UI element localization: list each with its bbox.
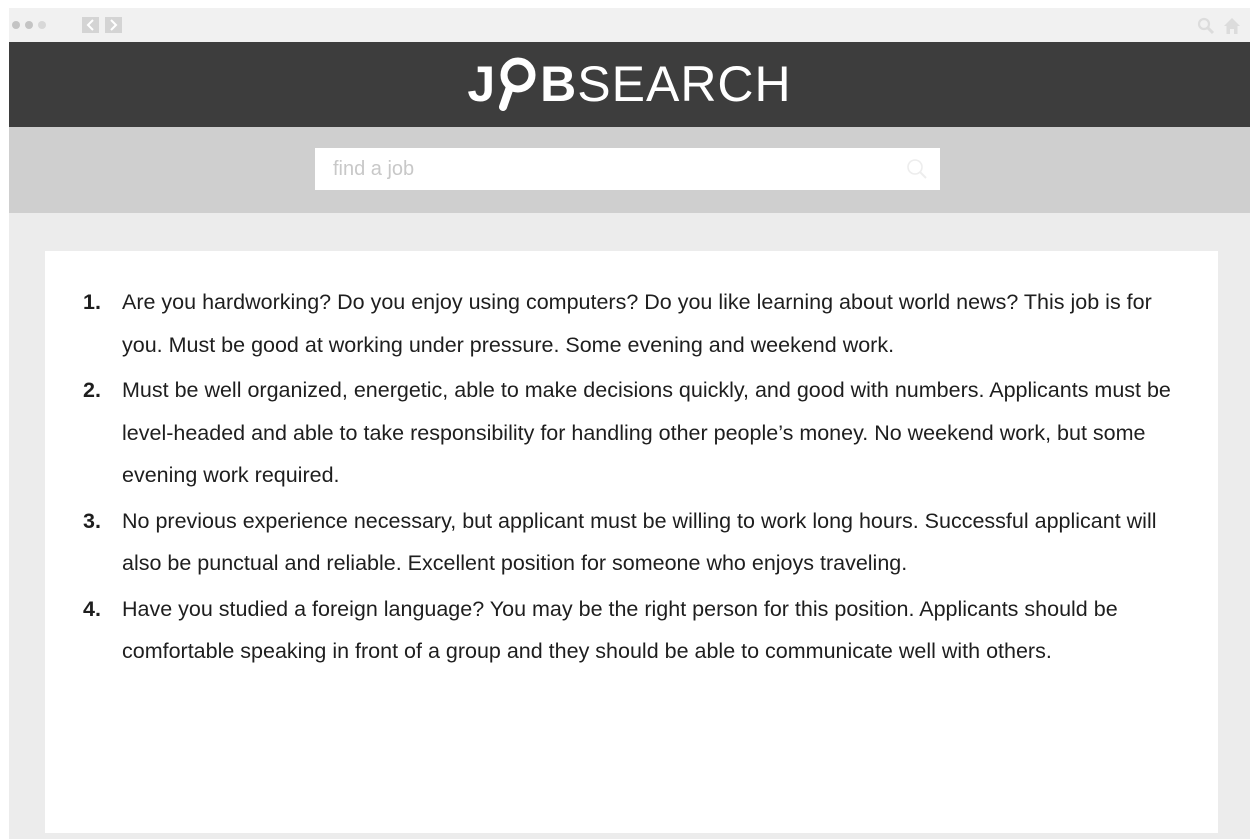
chevron-left-icon (86, 19, 94, 31)
job-number: 4. (83, 596, 101, 621)
window-zoom-dot[interactable] (38, 21, 46, 29)
search-input[interactable] (315, 148, 893, 190)
logo-bold-j: J (467, 56, 497, 112)
job-description: No previous experience necessary, but ap… (122, 508, 1157, 576)
window-minimize-dot[interactable] (25, 21, 33, 29)
back-button[interactable] (82, 17, 99, 33)
window-close-dot[interactable] (12, 21, 20, 29)
logo-thin-text: SEARCH (577, 56, 792, 112)
chevron-right-icon (110, 19, 118, 31)
search-icon (907, 159, 927, 179)
job-listing-3[interactable]: 3. No previous experience necessary, but… (83, 500, 1173, 585)
job-list: 1. Are you hardworking? Do you enjoy usi… (83, 281, 1173, 676)
job-number: 1. (83, 290, 101, 314)
home-button[interactable] (1223, 17, 1241, 40)
job-description: Must be well organized, energetic, able … (122, 378, 1171, 487)
job-listings-panel: 1. Are you hardworking? Do you enjoy usi… (45, 251, 1218, 833)
search-box (315, 148, 940, 190)
job-description: Are you hardworking? Do you enjoy using … (122, 290, 1152, 357)
job-listing-4[interactable]: 4. Have you studied a foreign language? … (83, 588, 1173, 673)
browser-toolbar (9, 8, 1250, 42)
job-number: 2. (83, 378, 101, 402)
site-header: J BSEARCH (9, 42, 1250, 127)
job-description: Have you studied a foreign language? You… (122, 596, 1118, 664)
magnifier-icon (499, 57, 536, 111)
logo-bold-b: B (540, 56, 578, 112)
job-number: 3. (83, 508, 101, 533)
search-submit-button[interactable] (906, 158, 928, 185)
home-icon (1224, 18, 1240, 34)
job-listing-1[interactable]: 1. Are you hardworking? Do you enjoy usi… (83, 281, 1173, 366)
search-band (9, 127, 1250, 213)
browser-window: JBSEARCH 1. Are you hardworking? Do you … (9, 8, 1250, 839)
jobsearch-logo[interactable]: J BSEARCH (9, 42, 1250, 127)
forward-button[interactable] (105, 17, 122, 33)
browser-search-button[interactable] (1197, 17, 1215, 40)
job-listing-2[interactable]: 2. Must be well organized, energetic, ab… (83, 369, 1173, 497)
search-icon (1197, 17, 1215, 35)
